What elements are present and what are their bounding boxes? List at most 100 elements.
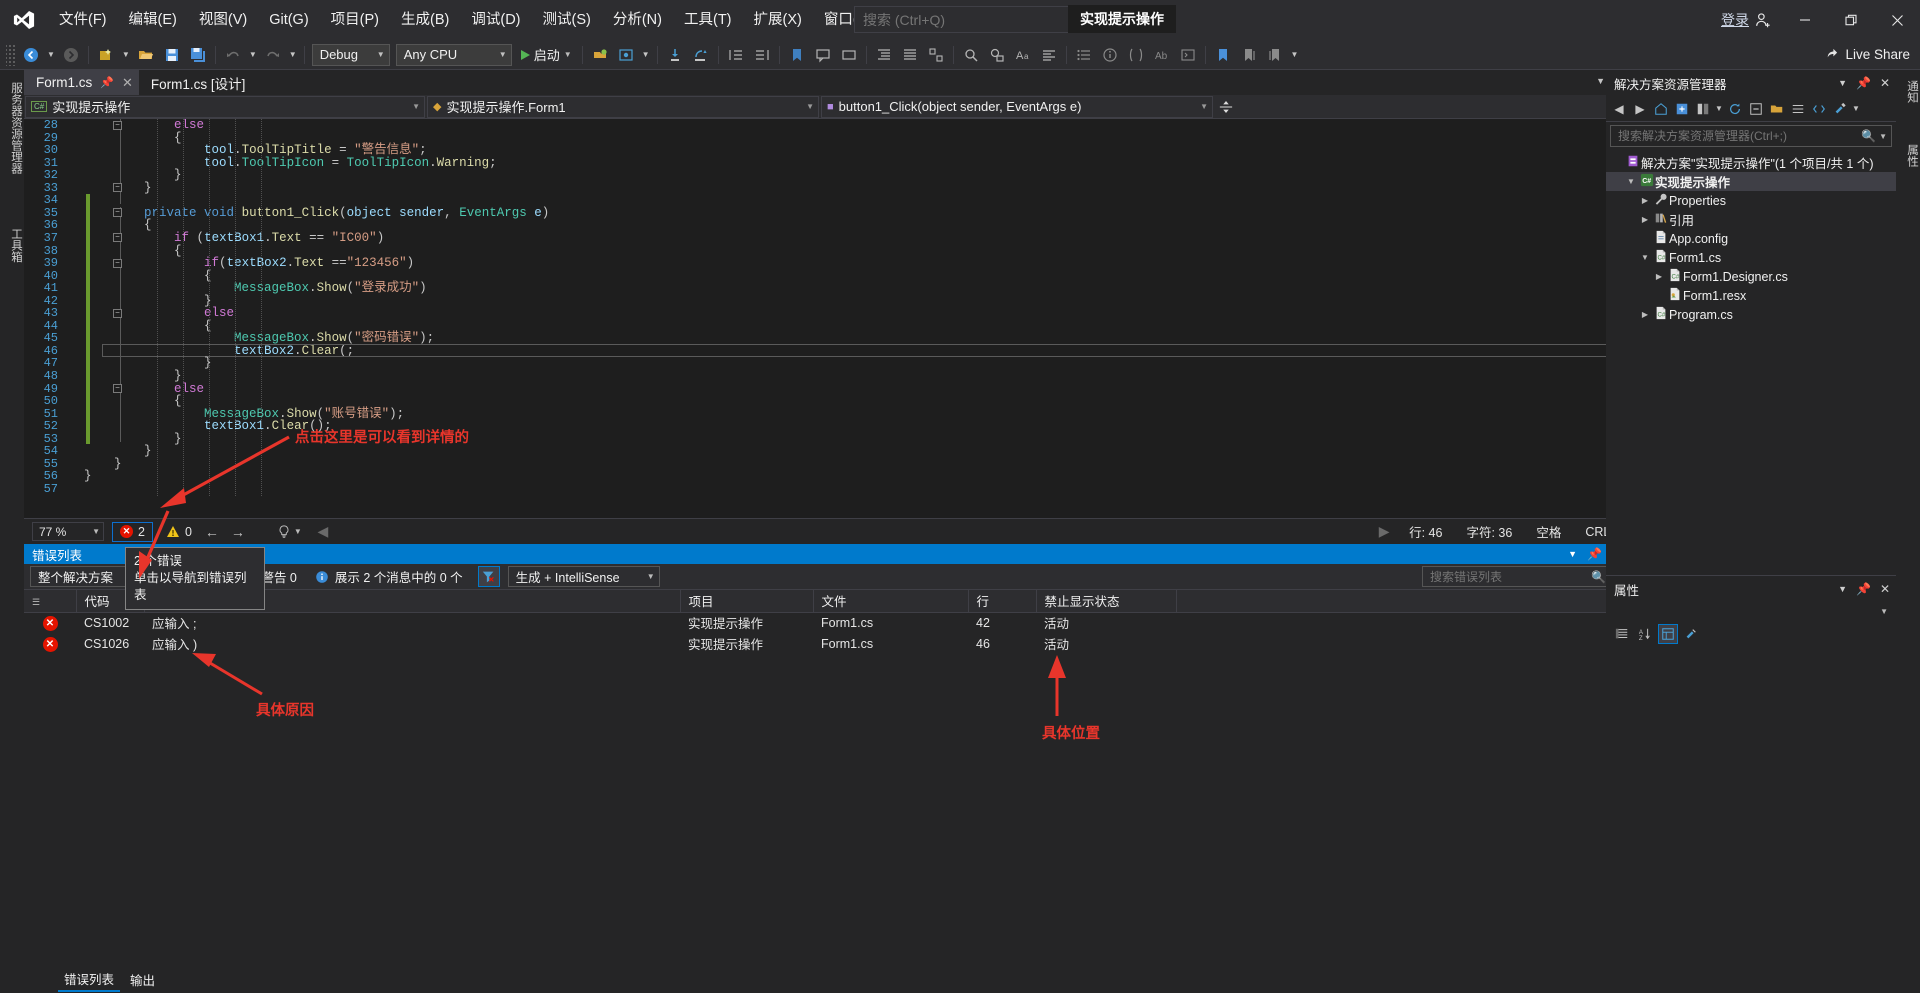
code-line[interactable]: 53 } (24, 433, 1630, 446)
font-size-icon[interactable]: Aa (1011, 43, 1035, 67)
snippet-icon[interactable] (1176, 43, 1200, 67)
code-line[interactable]: 39 if(textBox2.Text =="123456") (24, 257, 1630, 270)
solution-search-input[interactable] (1618, 129, 1861, 143)
save-all-icon[interactable] (186, 43, 210, 67)
clear-filters-button[interactable] (478, 566, 500, 587)
active-files-dropdown-icon[interactable]: ▼ (1596, 76, 1605, 86)
bookmark-icon[interactable] (785, 43, 809, 67)
list-members-icon[interactable] (1072, 43, 1096, 67)
previous-issue-button[interactable]: ← (199, 524, 225, 540)
menu-item-extensions[interactable]: 扩展(X) (743, 0, 813, 40)
nav-member-combo[interactable]: ■ button1_Click(object sender, EventArgs… (821, 96, 1213, 118)
fold-toggle-icon[interactable]: − (113, 183, 122, 192)
events-view-icon[interactable] (1681, 624, 1701, 644)
split-view-icon[interactable] (1214, 96, 1238, 118)
nav-project-combo[interactable]: C# 实现提示操作 ▼ (25, 96, 425, 118)
toggle-bookmark-icon[interactable] (1211, 43, 1235, 67)
col-project[interactable]: 项目 (680, 590, 813, 612)
chevron-right-icon[interactable]: ▶ (1638, 196, 1652, 205)
toolbar-overflow-icon[interactable]: ▼ (1288, 50, 1302, 59)
code-line[interactable]: 52 textBox1.Clear(); (24, 420, 1630, 433)
close-icon[interactable]: ✕ (1880, 582, 1890, 596)
nav-type-combo[interactable]: ◆ 实现提示操作.Form1 ▼ (427, 96, 819, 118)
indent-decrease-icon[interactable] (724, 43, 748, 67)
next-bookmark-icon[interactable] (1263, 43, 1287, 67)
navigate-forward-icon[interactable] (59, 43, 83, 67)
menu-item-test[interactable]: 测试(S) (532, 0, 602, 40)
fold-toggle-icon[interactable]: − (113, 384, 122, 393)
tree-item[interactable]: ▼C#实现提示操作 (1606, 172, 1896, 191)
code-line[interactable]: 48 } (24, 370, 1630, 383)
pin-tab-icon[interactable]: 📌 (100, 76, 114, 89)
window-menu-icon[interactable]: ▼ (1838, 584, 1847, 594)
col-line[interactable]: 行 (968, 590, 1036, 612)
properties-view-icon[interactable] (1658, 624, 1678, 644)
attach-process-icon[interactable] (588, 43, 612, 67)
pin-icon[interactable]: 📌 (1856, 582, 1871, 596)
tree-item[interactable]: 解决方案"实现提示操作"(1 个项目/共 1 个) (1606, 153, 1896, 172)
properties-icon[interactable] (1788, 99, 1808, 119)
uncomment-icon[interactable] (837, 43, 861, 67)
code-line[interactable]: 31 tool.ToolTipIcon = ToolTipIcon.Warnin… (24, 157, 1630, 170)
error-list-search[interactable]: 🔍 ▼ (1422, 566, 1622, 587)
tree-item[interactable]: ▶引用 (1606, 210, 1896, 229)
tree-item[interactable]: App.config (1606, 229, 1896, 248)
menu-item-debug[interactable]: 调试(D) (460, 0, 531, 40)
menu-item-edit[interactable]: 编辑(E) (118, 0, 188, 40)
navigate-backward-icon[interactable] (19, 43, 43, 67)
collapse-all-icon[interactable] (872, 43, 896, 67)
editor-tab-form1-designer[interactable]: Form1.cs [设计] (139, 70, 252, 95)
column-options-icon[interactable]: ☰ (32, 597, 40, 607)
chevron-down-icon[interactable]: ▼ (1714, 99, 1724, 119)
collapse-all-icon[interactable] (1746, 99, 1766, 119)
bottom-tab-output[interactable]: 输出 (124, 968, 161, 991)
fold-toggle-icon[interactable]: − (113, 208, 122, 217)
zoom-level-combo[interactable]: 77 % ▼ (32, 522, 104, 541)
menu-item-file[interactable]: 文件(F) (48, 0, 118, 40)
new-project-dropdown-icon[interactable]: ▼ (119, 50, 133, 59)
table-row[interactable]: ✕CS1002应输入 ;实现提示操作Form1.cs42活动 (24, 612, 1630, 633)
fold-toggle-icon[interactable]: − (113, 259, 122, 268)
refresh-icon[interactable] (1725, 99, 1745, 119)
back-icon[interactable]: ◀ (1609, 99, 1629, 119)
properties-collapse-row[interactable]: ▼ (1606, 602, 1896, 620)
forward-icon[interactable]: ▶ (1630, 99, 1650, 119)
close-tab-icon[interactable]: ✕ (122, 75, 133, 91)
col-file[interactable]: 文件 (813, 590, 968, 612)
search-tools-icon[interactable] (1830, 99, 1850, 119)
expand-all-icon[interactable] (898, 43, 922, 67)
menu-item-project[interactable]: 项目(P) (320, 0, 390, 40)
quick-info-icon[interactable] (1098, 43, 1122, 67)
format-document-icon[interactable] (1037, 43, 1061, 67)
solution-configuration-combo[interactable]: Debug ▼ (312, 44, 390, 66)
code-line[interactable]: 47 } (24, 357, 1630, 370)
code-line[interactable]: 32 } (24, 169, 1630, 182)
code-line[interactable]: 57 (24, 483, 1630, 496)
warning-count-chip[interactable]: 0 (159, 522, 199, 542)
col-indicator[interactable]: ☰ (24, 590, 76, 612)
show-all-files-icon[interactable] (1767, 99, 1787, 119)
pin-icon[interactable]: 📌 (1587, 547, 1602, 561)
word-complete-icon[interactable]: Ab (1150, 43, 1174, 67)
alphabetical-view-icon[interactable]: AZ (1635, 624, 1655, 644)
tree-item[interactable]: ▶C#Program.cs (1606, 305, 1896, 324)
sign-in-button[interactable]: 登录 (1711, 0, 1782, 40)
home-icon[interactable] (1651, 99, 1671, 119)
tree-item[interactable]: ▶C#Form1.Designer.cs (1606, 267, 1896, 286)
live-preview-dropdown-icon[interactable]: ▼ (639, 50, 653, 59)
close-icon[interactable]: ✕ (1880, 76, 1890, 90)
code-line[interactable]: 54 } (24, 445, 1630, 458)
find-icon[interactable] (959, 43, 983, 67)
window-menu-icon[interactable]: ▼ (1568, 549, 1577, 559)
search-input[interactable] (863, 12, 1084, 28)
undo-icon[interactable] (221, 43, 245, 67)
intellisense-status[interactable]: ▼ (269, 525, 310, 539)
code-line[interactable]: 49 else (24, 383, 1630, 396)
scroll-left-icon[interactable]: ◀ (310, 523, 336, 540)
chevron-down-icon[interactable]: ▼ (1879, 132, 1887, 141)
outline-icon[interactable] (924, 43, 948, 67)
fold-toggle-icon[interactable]: − (113, 309, 122, 318)
redo-dropdown-icon[interactable]: ▼ (286, 50, 300, 59)
build-source-combo[interactable]: 生成 + IntelliSense ▼ (508, 566, 660, 587)
pin-icon[interactable]: 📌 (1856, 76, 1871, 90)
